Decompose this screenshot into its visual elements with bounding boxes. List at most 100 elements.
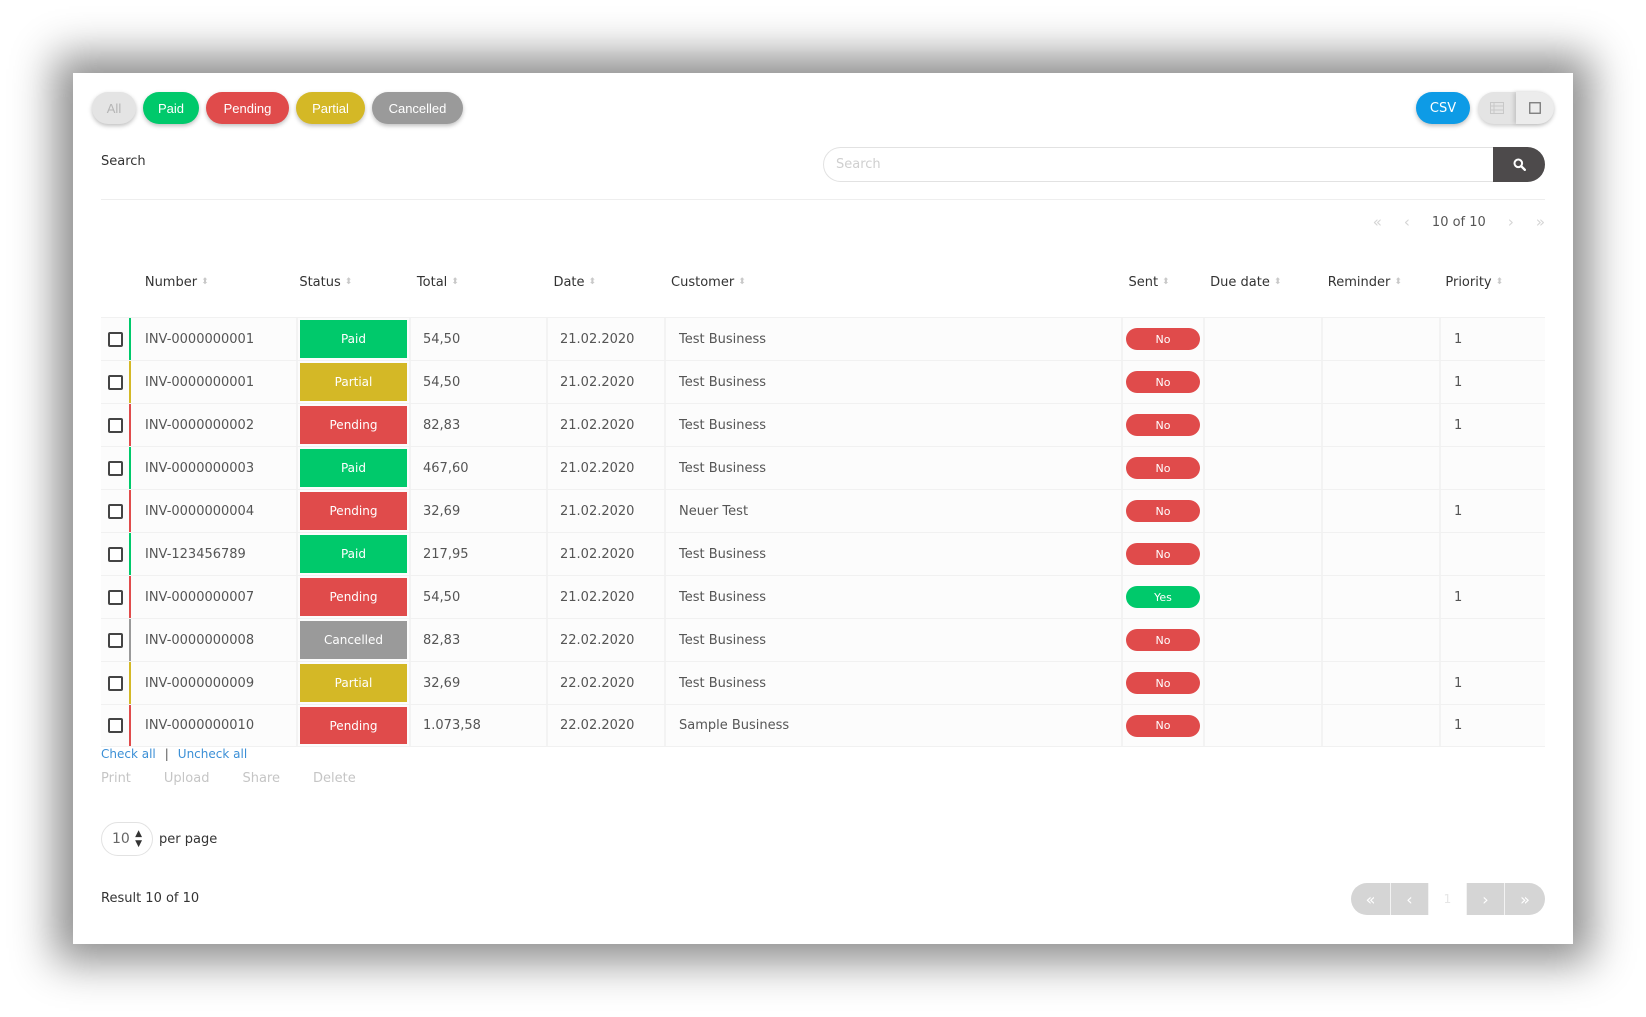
row-select-cell (101, 318, 131, 360)
search-button[interactable] (1493, 147, 1545, 182)
invoice-number[interactable]: INV-0000000002 (131, 404, 298, 446)
column-header-sent[interactable]: Sent ⬍ (1128, 275, 1210, 290)
next-page-button[interactable]: › (1467, 883, 1505, 915)
prev-page-icon[interactable]: ‹ (1404, 213, 1410, 231)
invoice-number[interactable]: INV-0000000010 (131, 705, 298, 746)
filter-cancelled-button[interactable]: Cancelled (372, 92, 463, 124)
due-date-cell (1205, 533, 1323, 575)
column-header-number[interactable]: Number ⬍ (145, 275, 299, 290)
invoice-number[interactable]: INV-0000000007 (131, 576, 298, 618)
top-pagination: « ‹ 10 of 10 › » (1373, 213, 1545, 231)
invoice-number[interactable]: INV-0000000008 (131, 619, 298, 661)
total-cell: 217,95 (411, 533, 548, 575)
filter-partial-button[interactable]: Partial (296, 92, 365, 124)
csv-export-button[interactable]: CSV (1416, 92, 1470, 124)
check-all-link[interactable]: Check all (101, 747, 156, 761)
status-badge: Pending (300, 406, 407, 444)
column-header-date[interactable]: Date ⬍ (553, 275, 671, 290)
per-page-select[interactable]: 10 ▲ ▼ (101, 822, 153, 856)
date-cell: 21.02.2020 (548, 490, 666, 532)
prev-page-button[interactable]: ‹ (1391, 883, 1429, 915)
sent-cell: No (1123, 361, 1205, 403)
last-page-button[interactable]: » (1505, 883, 1545, 915)
row-checkbox[interactable] (107, 460, 123, 476)
upload-action[interactable]: Upload (164, 771, 210, 786)
total-cell: 54,50 (411, 576, 548, 618)
row-checkbox[interactable] (107, 331, 123, 347)
invoice-number[interactable]: INV-0000000009 (131, 662, 298, 704)
row-checkbox[interactable] (107, 417, 123, 433)
selection-links: Check all | Uncheck all (101, 747, 247, 761)
table-row[interactable]: INV-0000000010 Pending 1.073,58 22.02.2020 S… (101, 704, 1545, 747)
invoice-number[interactable]: INV-0000000004 (131, 490, 298, 532)
invoice-number[interactable]: INV-123456789 (131, 533, 298, 575)
table-row[interactable]: INV-0000000001 Paid 54,50 21.02.2020 Test Bu… (101, 317, 1545, 360)
row-checkbox[interactable] (107, 374, 123, 390)
sort-icon: ⬍ (451, 276, 459, 287)
status-cell: Paid (298, 533, 411, 575)
table-row[interactable]: INV-123456789 Paid 217,95 21.02.2020 Test Bu… (101, 532, 1545, 575)
total-cell: 54,50 (411, 318, 548, 360)
row-checkbox[interactable] (107, 503, 123, 519)
customer-cell: Test Business (666, 576, 1123, 618)
column-header-customer[interactable]: Customer ⬍ (671, 275, 1128, 290)
grid-view-button[interactable] (1516, 92, 1554, 124)
search-input[interactable] (823, 147, 1493, 182)
table-row[interactable]: INV-0000000004 Pending 32,69 21.02.2020 Neue… (101, 489, 1545, 532)
reminder-cell (1323, 490, 1441, 532)
row-checkbox[interactable] (107, 546, 123, 562)
row-checkbox[interactable] (107, 718, 123, 733)
column-header-total[interactable]: Total ⬍ (417, 275, 554, 290)
status-cell: Cancelled (298, 619, 411, 661)
table-row[interactable]: INV-0000000007 Pending 54,50 21.02.2020 Test… (101, 575, 1545, 618)
table-row[interactable]: INV-0000000001 Partial 54,50 21.02.2020 Test… (101, 360, 1545, 403)
next-page-icon[interactable]: › (1508, 213, 1514, 231)
row-checkbox[interactable] (107, 589, 123, 605)
sent-badge: No (1126, 629, 1200, 651)
toolbar: CSV (1416, 92, 1554, 124)
table-row[interactable]: INV-0000000003 Paid 467,60 21.02.2020 Test B… (101, 446, 1545, 489)
sent-badge: Yes (1126, 586, 1200, 608)
table-row[interactable]: INV-0000000008 Cancelled 82,83 22.02.2020 Te… (101, 618, 1545, 661)
current-page[interactable]: 1 (1429, 883, 1467, 915)
status-badge: Paid (300, 535, 407, 573)
invoice-number[interactable]: INV-0000000001 (131, 318, 298, 360)
sent-cell: No (1123, 490, 1205, 532)
last-page-icon[interactable]: » (1536, 213, 1545, 231)
table-row[interactable]: INV-0000000002 Pending 82,83 21.02.2020 Test… (101, 403, 1545, 446)
reminder-cell (1323, 447, 1441, 489)
column-header-priority[interactable]: Priority ⬍ (1445, 275, 1545, 290)
invoice-number[interactable]: INV-0000000001 (131, 361, 298, 403)
sent-cell: No (1123, 705, 1205, 746)
total-cell: 1.073,58 (411, 705, 548, 746)
share-action[interactable]: Share (242, 771, 280, 786)
delete-action[interactable]: Delete (313, 771, 356, 786)
uncheck-all-link[interactable]: Uncheck all (178, 747, 247, 761)
filter-all-button[interactable]: All (92, 92, 136, 124)
first-page-icon[interactable]: « (1373, 213, 1382, 231)
list-view-button[interactable] (1478, 92, 1516, 124)
date-cell: 22.02.2020 (548, 619, 666, 661)
sort-icon: ⬍ (588, 276, 597, 287)
status-badge: Partial (300, 363, 407, 401)
per-page-control: 10 ▲ ▼ per page (101, 822, 217, 856)
first-page-button[interactable]: « (1351, 883, 1391, 915)
filter-pending-button[interactable]: Pending (206, 92, 289, 124)
invoice-number[interactable]: INV-0000000003 (131, 447, 298, 489)
customer-cell: Sample Business (666, 705, 1123, 746)
date-cell: 21.02.2020 (548, 533, 666, 575)
row-select-cell (101, 619, 131, 661)
table-row[interactable]: INV-0000000009 Partial 32,69 22.02.2020 Test… (101, 661, 1545, 704)
priority-cell: 1 (1454, 718, 1463, 733)
column-header-due-date[interactable]: Due date ⬍ (1210, 275, 1328, 290)
filter-paid-button[interactable]: Paid (143, 92, 199, 124)
print-action[interactable]: Print (101, 771, 131, 786)
date-cell: 21.02.2020 (548, 576, 666, 618)
invoice-table: Number ⬍ Status ⬍ Total ⬍ Date ⬍ Customer ⬍ S… (101, 263, 1545, 747)
column-header-status[interactable]: Status ⬍ (299, 275, 417, 290)
column-header-reminder[interactable]: Reminder ⬍ (1328, 275, 1446, 290)
row-checkbox[interactable] (107, 675, 123, 691)
row-checkbox[interactable] (107, 632, 123, 648)
sent-badge: No (1126, 371, 1200, 393)
sent-badge: No (1126, 414, 1200, 436)
